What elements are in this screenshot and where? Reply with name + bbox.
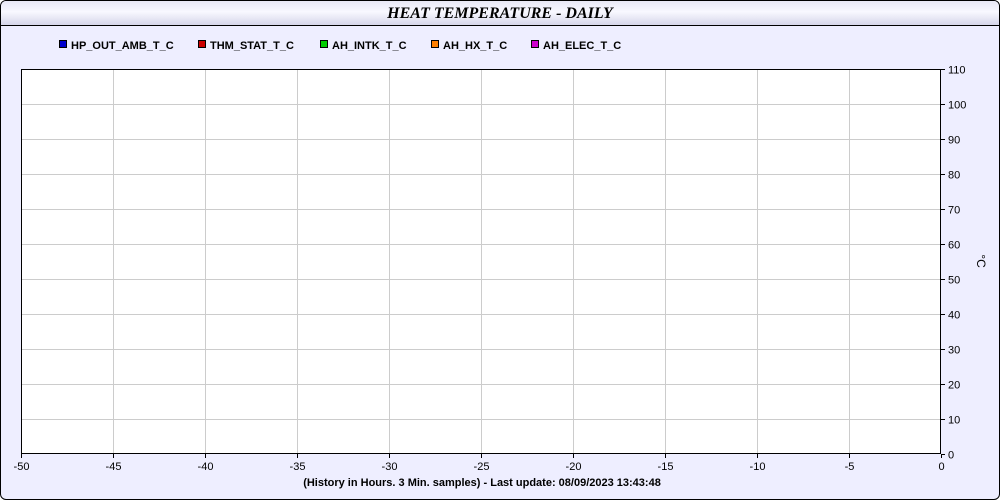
legend-label: AH_INTK_T_C: [332, 40, 407, 52]
x-tick-label: -5: [845, 461, 855, 473]
legend-label: AH_ELEC_T_C: [543, 40, 621, 52]
legend-item[interactable]: AH_ELEC_T_C: [531, 40, 622, 52]
x-tick-label: -25: [474, 461, 490, 473]
legend-item[interactable]: THM_STAT_T_C: [198, 40, 294, 52]
y-tick-label: 70: [948, 205, 960, 217]
y-tick-label: 90: [948, 135, 960, 147]
y-axis-ticks: 0 10 20 30 40 50 60 70 80 90 100 110: [941, 65, 966, 462]
y-tick-label: 40: [948, 310, 960, 322]
y-axis-label: °C: [974, 254, 988, 268]
legend-swatch: [59, 40, 67, 48]
x-tick-label: -20: [566, 461, 582, 473]
chart-canvas: HP_OUT_AMB_T_C THM_STAT_T_C AH_INTK_T_C AH_…: [14, 40, 988, 489]
x-tick-label: -40: [198, 461, 214, 473]
y-tick-label: 30: [948, 345, 960, 357]
x-axis-ticks: -50 -45 -40 -35 -30 -25 -20 -15 -10 -5 0: [14, 454, 945, 473]
x-tick-label: -50: [14, 461, 30, 473]
legend-item[interactable]: AH_HX_T_C: [431, 40, 508, 52]
x-tick-label: -35: [290, 461, 306, 473]
x-tick-label: 0: [938, 461, 944, 473]
legend-label: AH_HX_T_C: [443, 40, 507, 52]
x-tick-label: -45: [106, 461, 122, 473]
legend-swatch: [531, 40, 539, 48]
y-tick-label: 100: [948, 100, 966, 112]
legend-label: HP_OUT_AMB_T_C: [71, 40, 174, 52]
legend: HP_OUT_AMB_T_C THM_STAT_T_C AH_INTK_T_C AH_…: [59, 40, 622, 52]
chart-frame: HEAT TEMPERATURE - DAILY HP_OUT_AMB_T_C T…: [0, 0, 1000, 500]
legend-swatch: [320, 40, 328, 48]
y-tick-label: 0: [948, 450, 954, 462]
y-tick-label: 10: [948, 415, 960, 427]
y-tick-label: 60: [948, 240, 960, 252]
y-tick-label: 50: [948, 275, 960, 287]
legend-swatch: [198, 40, 206, 48]
x-tick-label: -15: [658, 461, 674, 473]
legend-item[interactable]: AH_INTK_T_C: [320, 40, 407, 52]
x-axis-label: (History in Hours. 3 Min. samples) - Las…: [303, 477, 661, 489]
x-tick-label: -30: [382, 461, 398, 473]
y-tick-label: 80: [948, 170, 960, 182]
x-tick-label: -10: [750, 461, 766, 473]
legend-label: THM_STAT_T_C: [210, 40, 294, 52]
legend-swatch: [431, 40, 439, 48]
legend-item[interactable]: HP_OUT_AMB_T_C: [59, 40, 174, 52]
y-tick-label: 20: [948, 380, 960, 392]
y-tick-label: 110: [948, 65, 966, 77]
